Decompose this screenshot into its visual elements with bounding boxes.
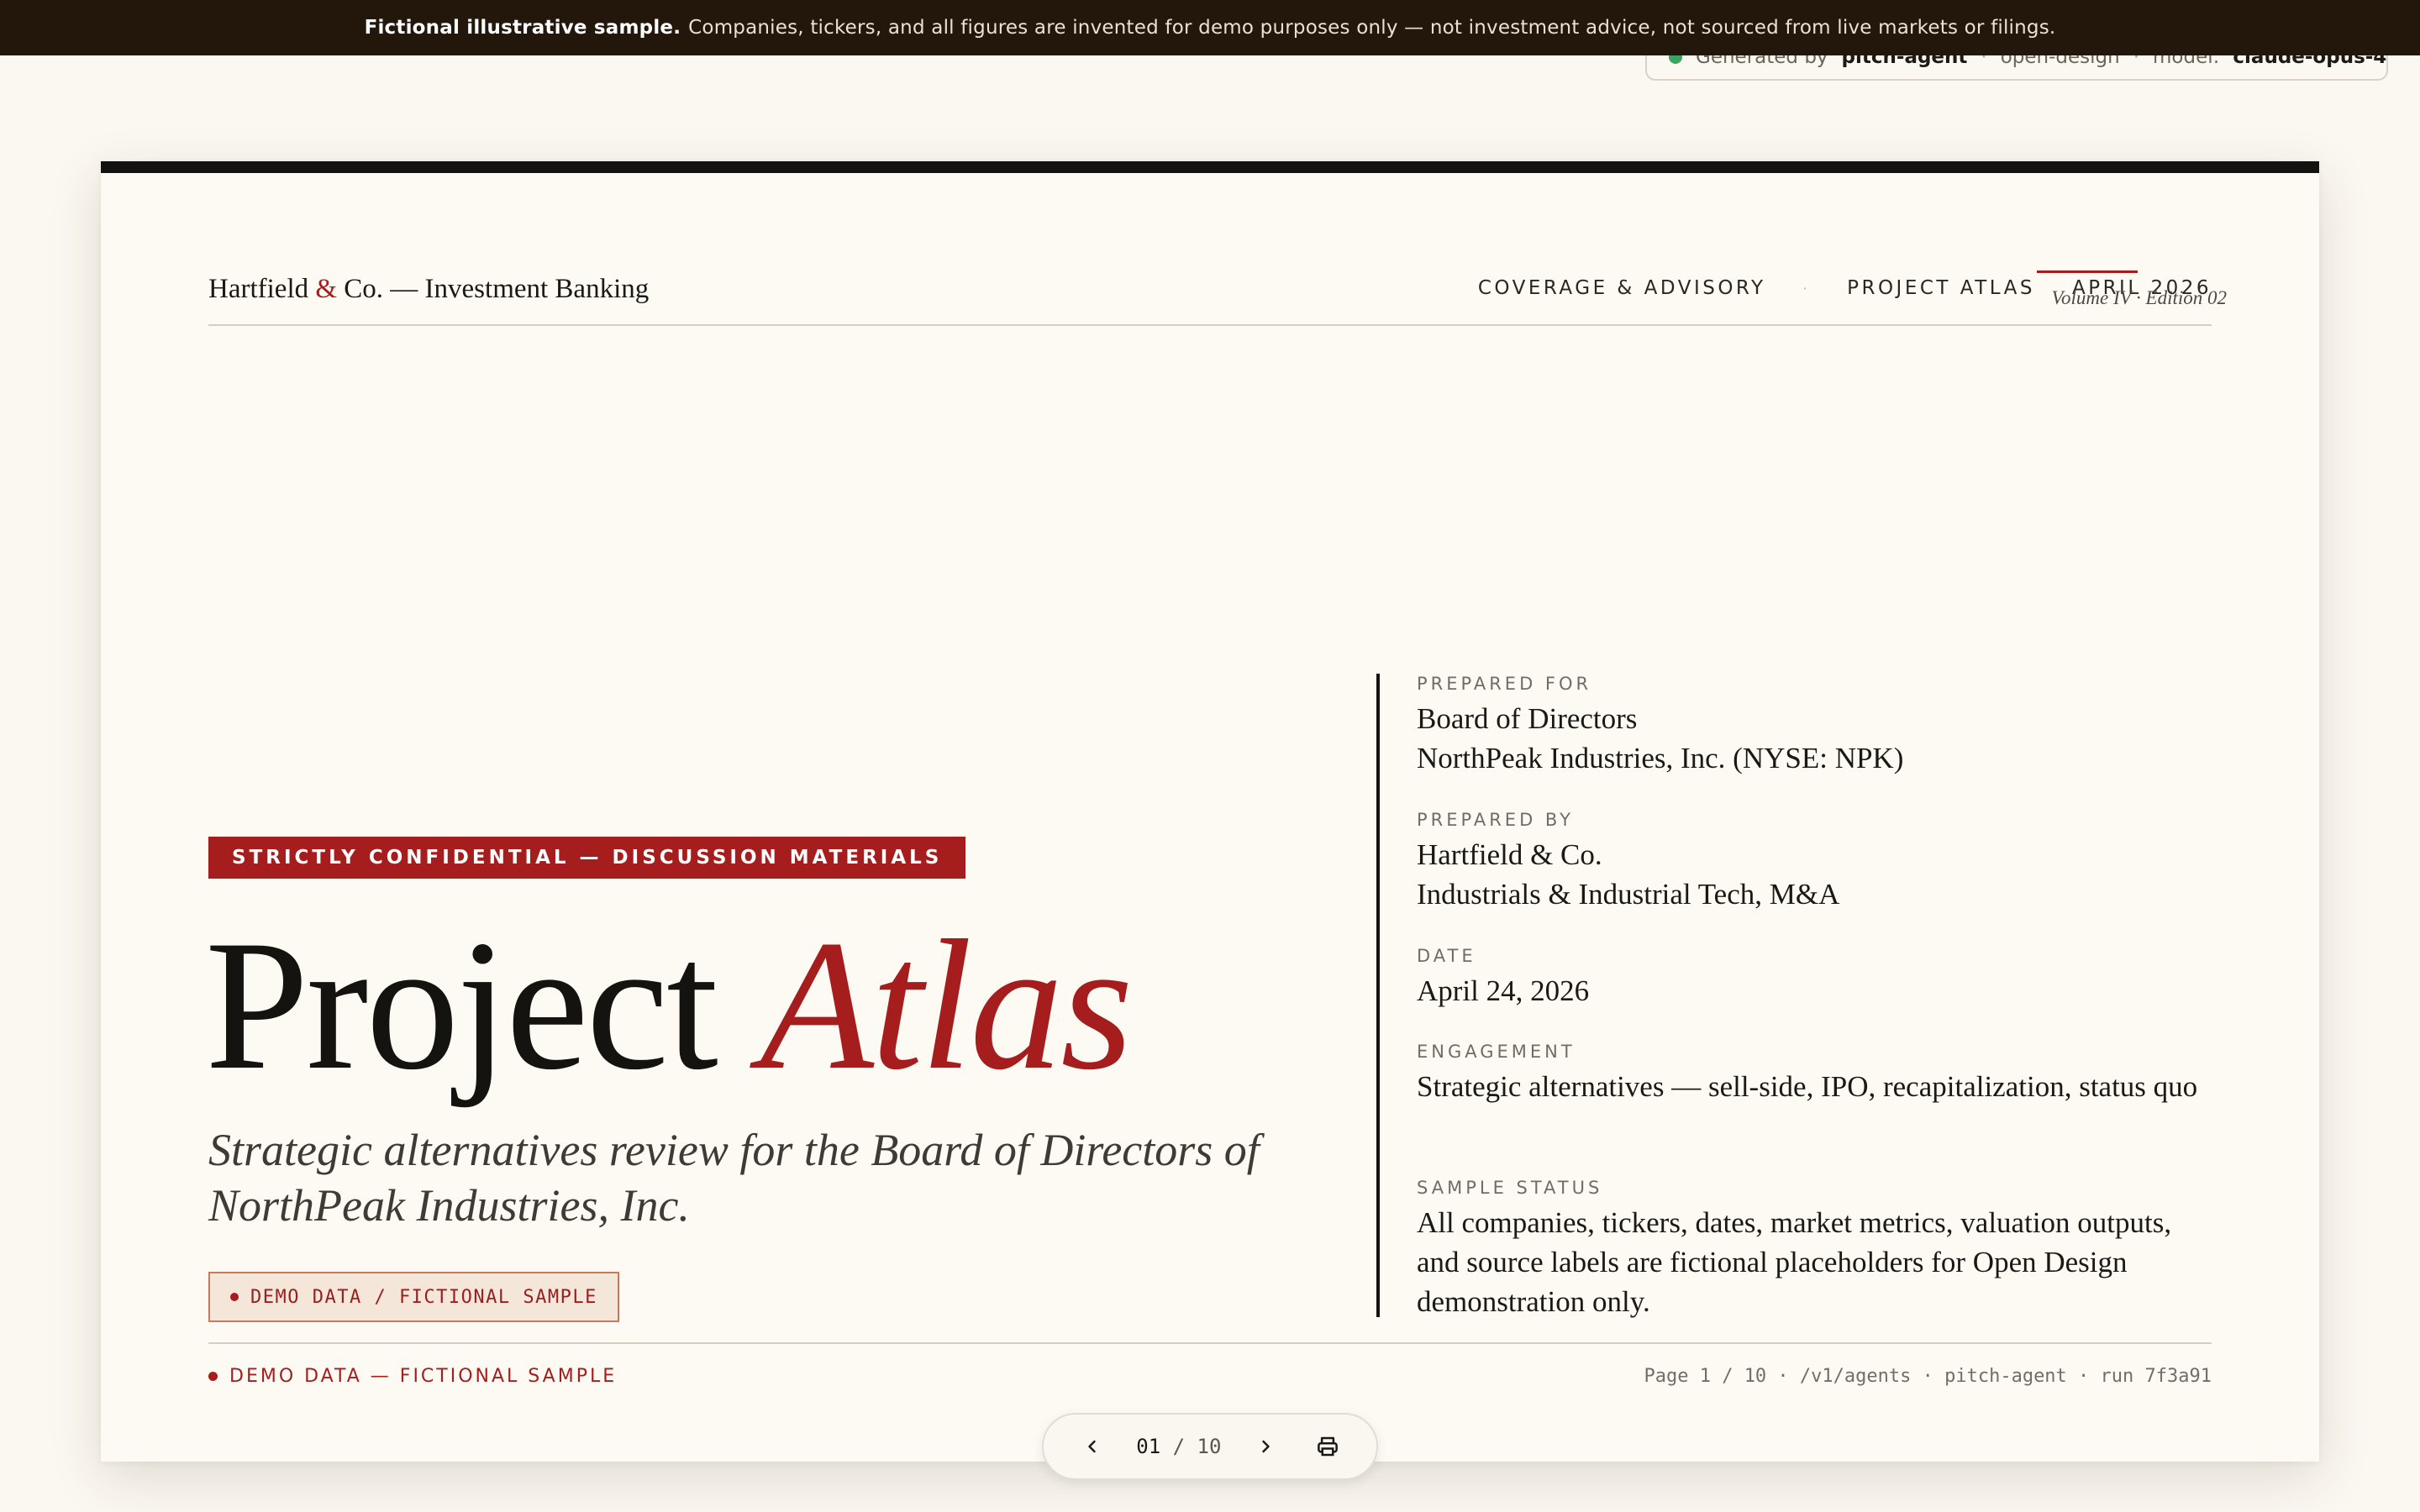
footer-left-text: DEMO DATA — FICTIONAL SAMPLE — [229, 1366, 618, 1387]
demo-data-tag: DEMO DATA / FICTIONAL SAMPLE — [208, 1272, 619, 1322]
title-accent: Atlas — [760, 902, 1133, 1109]
slide-footer: DEMO DATA — FICTIONAL SAMPLE Page 1 / 10… — [208, 1342, 2212, 1393]
cover-details: PREPARED FOR Board of Directors NorthPea… — [1376, 674, 2215, 1318]
prev-slide-button[interactable] — [1074, 1428, 1111, 1465]
detail-label: DATE — [1417, 946, 1476, 966]
brand-rest: Co. — Investment Banking — [344, 274, 650, 304]
detail-label: ENGAGEMENT — [1417, 1042, 1576, 1062]
demo-dot-icon — [230, 1293, 239, 1301]
detail-line: NorthPeak Industries, Inc. (NYSE: NPK) — [1417, 742, 1904, 774]
footer-dot-icon — [208, 1372, 218, 1381]
detail-value: April 24, 2026 — [1417, 971, 2215, 1011]
nav-separator: · — [1802, 280, 1811, 297]
total-pages: 10 — [1197, 1435, 1222, 1458]
brand-name: Hartfield — [208, 274, 309, 304]
title-main: Project — [205, 902, 718, 1109]
next-slide-button[interactable] — [1247, 1428, 1284, 1465]
detail-line: Board of Directors — [1417, 702, 1638, 735]
confidential-badge: STRICTLY CONFIDENTIAL — DISCUSSION MATER… — [208, 837, 966, 879]
detail-value: All companies, tickers, dates, market me… — [1417, 1203, 2215, 1321]
detail-label: PREPARED FOR — [1417, 674, 1592, 694]
detail-line: April 24, 2026 — [1417, 974, 1590, 1007]
slide-pager: 01 / 10 — [1042, 1413, 1378, 1480]
slide-card: Hartfield & Co. — Investment Banking COV… — [101, 161, 2319, 1462]
page-separator: / — [1172, 1435, 1186, 1458]
brand-wordmark: Hartfield & Co. — Investment Banking — [208, 274, 649, 305]
detail-label: SAMPLE STATUS — [1417, 1178, 1603, 1198]
nav-item-project: PROJECT ATLAS — [1847, 277, 2035, 299]
detail-engagement: ENGAGEMENT Strategic alternatives — sell… — [1417, 1042, 2215, 1106]
nav-item-coverage: COVERAGE & ADVISORY — [1477, 277, 1766, 299]
footer-demo-label: DEMO DATA — FICTIONAL SAMPLE — [208, 1366, 617, 1387]
banner-bold-text: Fictional illustrative sample. — [364, 17, 681, 39]
detail-line: Strategic alternatives — sell-side, IPO,… — [1417, 1070, 2198, 1103]
demo-tag-label: DEMO DATA / FICTIONAL SAMPLE — [250, 1286, 597, 1308]
detail-prepared-by: PREPARED BY Hartfield & Co. Industrials … — [1417, 810, 2215, 914]
banner-text: Companies, tickers, and all figures are … — [688, 17, 2056, 39]
fictional-sample-banner: Fictional illustrative sample. Companies… — [0, 0, 2420, 55]
chevron-right-icon — [1262, 1440, 1270, 1453]
detail-sample-status: SAMPLE STATUS All companies, tickers, da… — [1417, 1178, 2215, 1321]
print-button[interactable] — [1309, 1428, 1346, 1465]
detail-label: PREPARED BY — [1417, 810, 1575, 830]
brand-ampersand: & — [315, 274, 338, 304]
detail-date: DATE April 24, 2026 — [1417, 946, 2215, 1011]
slide-header: Hartfield & Co. — Investment Banking COV… — [208, 257, 2227, 326]
volume-edition: Volume IV · Edition 02 — [2051, 287, 2227, 308]
printer-icon — [1318, 1436, 1338, 1457]
detail-value: Board of Directors NorthPeak Industries,… — [1417, 699, 2215, 778]
detail-value: Strategic alternatives — sell-side, IPO,… — [1417, 1067, 2215, 1106]
page-subtitle: Strategic alternatives review for the Bo… — [208, 1125, 1260, 1231]
detail-line: Hartfield & Co. — [1417, 838, 1602, 871]
chevron-left-icon — [1088, 1440, 1096, 1453]
footer-meta: Page 1 / 10 · /v1/agents · pitch-agent ·… — [1644, 1366, 2212, 1387]
detail-prepared-for: PREPARED FOR Board of Directors NorthPea… — [1417, 674, 2215, 778]
page-title: Project Atlas — [205, 912, 1134, 1099]
detail-line: Industrials & Industrial Tech, M&A — [1417, 878, 1840, 911]
detail-value: Hartfield & Co. Industrials & Industrial… — [1417, 835, 2215, 914]
page-counter: 01 / 10 — [1136, 1435, 1221, 1458]
current-page: 01 — [1136, 1435, 1161, 1458]
detail-line: All companies, tickers, dates, market me… — [1417, 1206, 2172, 1318]
